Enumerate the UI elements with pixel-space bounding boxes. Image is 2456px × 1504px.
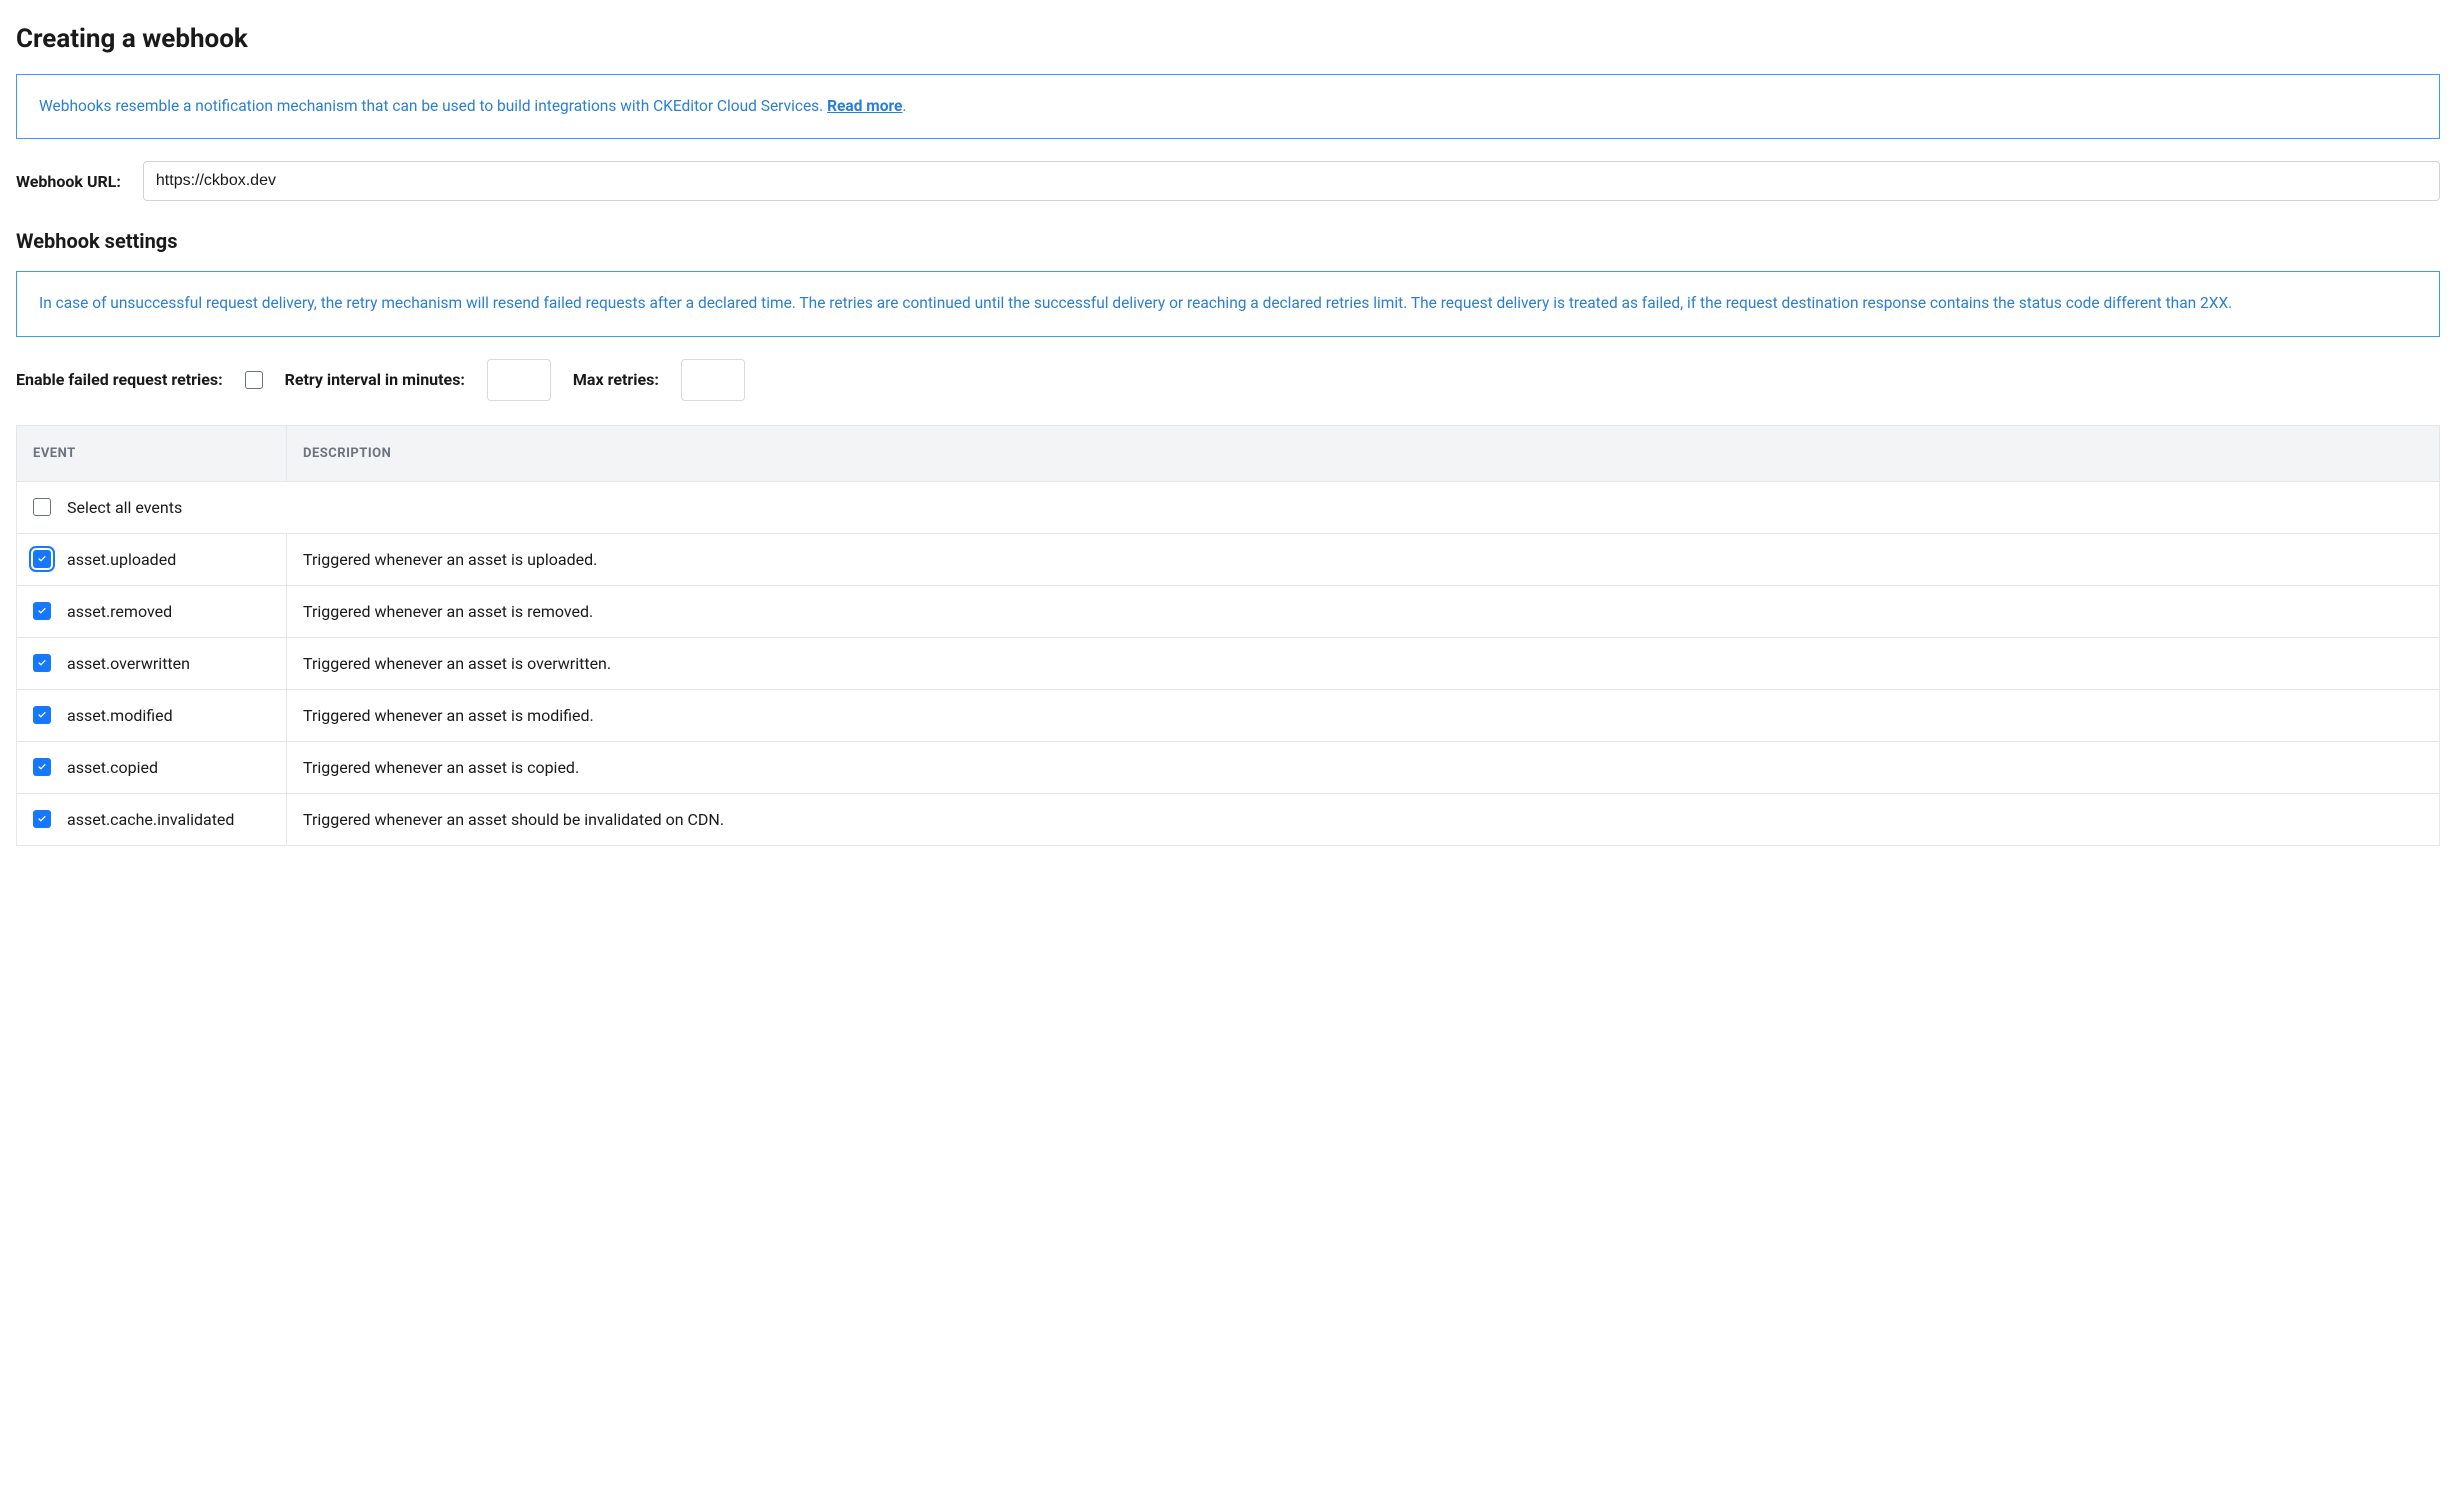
event-description: Triggered whenever an asset is copied. xyxy=(287,741,2440,793)
event-name: asset.overwritten xyxy=(67,654,190,673)
webhook-url-label: Webhook URL: xyxy=(16,172,121,191)
event-name: asset.copied xyxy=(67,758,158,777)
enable-retries-label: Enable failed request retries: xyxy=(16,370,223,389)
event-checkbox[interactable] xyxy=(33,550,51,568)
event-checkbox[interactable] xyxy=(33,602,51,620)
retry-interval-input[interactable] xyxy=(487,359,551,401)
event-name: asset.removed xyxy=(67,602,172,621)
table-row: asset.copied Triggered whenever an asset … xyxy=(17,741,2440,793)
event-checkbox[interactable] xyxy=(33,758,51,776)
max-retries-label: Max retries: xyxy=(573,370,659,389)
read-more-link[interactable]: Read more xyxy=(827,97,902,115)
webhooks-info-text: Webhooks resemble a notification mechani… xyxy=(39,97,827,115)
event-name: asset.cache.invalidated xyxy=(67,810,234,829)
table-row: asset.cache.invalidated Triggered wheneve… xyxy=(17,793,2440,845)
event-description: Triggered whenever an asset is uploaded. xyxy=(287,533,2440,585)
event-description: Triggered whenever an asset is overwritt… xyxy=(287,637,2440,689)
event-name: asset.modified xyxy=(67,706,173,725)
table-header-description: DESCRIPTION xyxy=(287,425,2440,481)
select-all-checkbox[interactable] xyxy=(33,498,51,516)
webhooks-info-box: Webhooks resemble a notification mechani… xyxy=(16,74,2440,139)
event-checkbox[interactable] xyxy=(33,810,51,828)
event-checkbox[interactable] xyxy=(33,654,51,672)
webhook-url-input[interactable] xyxy=(143,161,2440,201)
table-row: asset.overwritten Triggered whenever an a… xyxy=(17,637,2440,689)
webhook-settings-title: Webhook settings xyxy=(16,229,2440,253)
page-title: Creating a webhook xyxy=(16,24,2440,54)
events-table: EVENT DESCRIPTION Select all events asse… xyxy=(16,425,2440,846)
event-description: Triggered whenever an asset is removed. xyxy=(287,585,2440,637)
select-all-row: Select all events xyxy=(17,481,2440,533)
retry-interval-label: Retry interval in minutes: xyxy=(285,370,465,389)
settings-row: Enable failed request retries: Retry int… xyxy=(16,359,2440,401)
retry-info-box: In case of unsuccessful request delivery… xyxy=(16,271,2440,336)
table-header-event: EVENT xyxy=(17,425,287,481)
enable-retries-checkbox[interactable] xyxy=(245,371,263,389)
event-description: Triggered whenever an asset is modified. xyxy=(287,689,2440,741)
table-row: asset.modified Triggered whenever an asse… xyxy=(17,689,2440,741)
event-checkbox[interactable] xyxy=(33,706,51,724)
webhook-url-row: Webhook URL: xyxy=(16,161,2440,201)
event-description: Triggered whenever an asset should be in… xyxy=(287,793,2440,845)
max-retries-input[interactable] xyxy=(681,359,745,401)
event-name: asset.uploaded xyxy=(67,550,176,569)
select-all-label: Select all events xyxy=(67,498,182,517)
webhooks-info-period: . xyxy=(902,97,906,115)
table-row: asset.uploaded Triggered whenever an asse… xyxy=(17,533,2440,585)
table-row: asset.removed Triggered whenever an asset… xyxy=(17,585,2440,637)
